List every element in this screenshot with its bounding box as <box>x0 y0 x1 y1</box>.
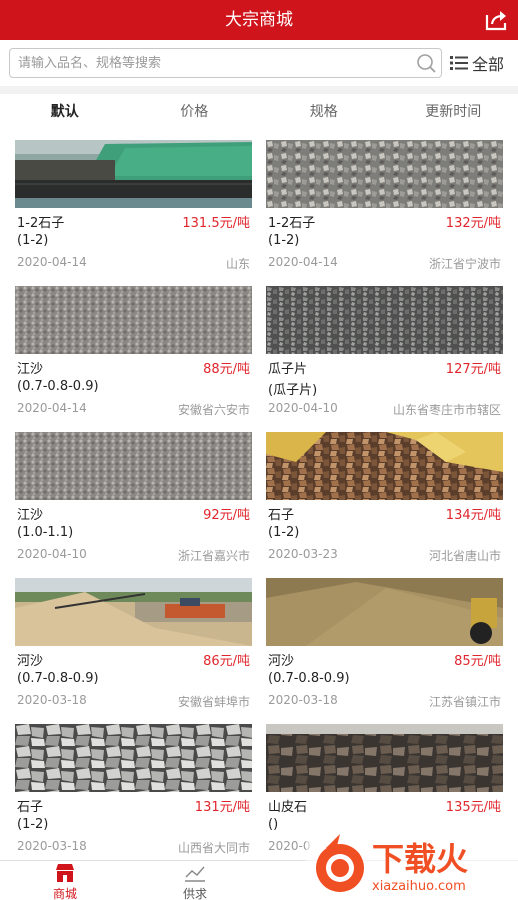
product-location: 山西省大同市 <box>177 841 250 855</box>
product-date: 2020-04-14 <box>17 255 87 269</box>
product-image <box>15 724 252 792</box>
share-icon[interactable] <box>484 8 510 32</box>
product-date: 2020-04-10 <box>17 547 87 561</box>
product-date: 2020-0 <box>268 839 311 853</box>
product-name: 江沙 <box>17 362 44 377</box>
product-location: 浙江省宁波市 <box>428 257 501 271</box>
product-price: 131.5元/吨 <box>182 216 250 231</box>
app-header: 大宗商城 <box>0 0 518 40</box>
product-card[interactable]: 河沙 86元/吨 (0.7-0.8-0.9) 2020-03-18 安徽省蚌埠市 <box>15 578 252 714</box>
product-card[interactable]: 1-2石子 131.5元/吨 (1-2) 2020-04-14 山东 <box>15 140 252 276</box>
watermark-text-en: xiazaihuo.com <box>372 879 466 894</box>
product-image <box>266 724 503 792</box>
product-card[interactable]: 江沙 92元/吨 (1.0-1.1) 2020-04-10 浙江省嘉兴市 <box>15 432 252 568</box>
search-input[interactable] <box>10 49 400 77</box>
product-spec: (0.7-0.8-0.9) <box>268 671 350 686</box>
product-name: 1-2石子 <box>268 216 316 231</box>
product-location: 安徽省六安市 <box>177 403 250 417</box>
tab-price[interactable]: 价格 <box>130 94 260 130</box>
product-name: 河沙 <box>17 654 44 669</box>
nav-supply-demand[interactable]: 供求 <box>130 861 260 900</box>
product-card[interactable]: 瓜子片 127元/吨 (瓜子片) 2020-04-10 山东省枣庄市市辖区 <box>266 286 503 422</box>
product-spec: (瓜子片) <box>268 383 318 398</box>
product-card[interactable]: 1-2石子 132元/吨 (1-2) 2020-04-14 浙江省宁波市 <box>266 140 503 276</box>
product-location: 山东省枣庄市市辖区 <box>392 403 501 417</box>
nav-shop-label: 商城 <box>52 887 77 900</box>
product-date: 2020-04-14 <box>268 255 338 269</box>
product-name: 河沙 <box>268 654 295 669</box>
product-date: 2020-03-18 <box>17 693 87 707</box>
tab-spec[interactable]: 规格 <box>259 94 389 130</box>
supply-demand-icon <box>185 866 205 882</box>
all-label: 全部 <box>472 55 505 74</box>
all-categories-button[interactable]: 全部 <box>450 50 504 76</box>
product-spec: (1-2) <box>17 233 49 248</box>
product-grid: 1-2石子 131.5元/吨 (1-2) 2020-04-14 山东 1-2石子… <box>0 130 518 860</box>
product-name: 石子 <box>268 508 295 523</box>
product-image <box>15 286 252 354</box>
product-price: 131元/吨 <box>194 800 250 815</box>
product-image <box>15 578 252 646</box>
page-title: 大宗商城 <box>225 10 293 30</box>
product-location: 山东 <box>225 257 250 271</box>
tab-update-time[interactable]: 更新时间 <box>389 94 518 130</box>
product-spec: (0.7-0.8-0.9) <box>17 671 99 686</box>
product-date: 2020-03-23 <box>268 547 338 561</box>
tab-default[interactable]: 默认 <box>0 94 130 130</box>
product-location: 江苏省镇江市 <box>428 695 501 709</box>
product-spec: (1-2) <box>268 233 300 248</box>
product-price: 92元/吨 <box>203 508 250 523</box>
product-price: 127元/吨 <box>445 362 501 377</box>
product-image <box>266 140 503 208</box>
product-price: 85元/吨 <box>454 654 501 669</box>
product-image <box>15 432 252 500</box>
product-spec: (0.7-0.8-0.9) <box>17 379 99 394</box>
product-price: 135元/吨 <box>445 800 501 815</box>
product-card[interactable]: 石子 134元/吨 (1-2) 2020-03-23 河北省唐山市 <box>266 432 503 568</box>
product-date: 2020-03-18 <box>268 693 338 707</box>
product-image <box>266 286 503 354</box>
watermark-text-cn: 下载火 <box>372 840 468 878</box>
product-spec: () <box>268 817 279 832</box>
product-price: 88元/吨 <box>203 362 250 377</box>
product-image <box>15 140 252 208</box>
list-icon <box>450 56 468 70</box>
product-location: 浙江省嘉兴市 <box>177 549 250 563</box>
nav-shop[interactable]: 商城 <box>0 861 130 900</box>
search-icon[interactable] <box>415 52 437 74</box>
product-name: 山皮石 <box>268 800 308 815</box>
product-date: 2020-04-10 <box>268 401 338 415</box>
sort-bar: 默认 价格 规格 更新时间 <box>0 94 518 130</box>
product-card[interactable]: 河沙 85元/吨 (0.7-0.8-0.9) 2020-03-18 江苏省镇江市 <box>266 578 503 714</box>
shop-icon <box>56 864 74 882</box>
product-date: 2020-04-14 <box>17 401 87 415</box>
product-card[interactable]: 石子 131元/吨 (1-2) 2020-03-18 山西省大同市 <box>15 724 252 860</box>
product-card[interactable]: 江沙 88元/吨 (0.7-0.8-0.9) 2020-04-14 安徽省六安市 <box>15 286 252 422</box>
product-image <box>266 578 503 646</box>
product-name: 瓜子片 <box>268 362 308 377</box>
product-date: 2020-03-18 <box>17 839 87 853</box>
product-price: 134元/吨 <box>445 508 501 523</box>
product-spec: (1-2) <box>17 817 49 832</box>
search-field <box>9 48 442 78</box>
product-name: 石子 <box>17 800 44 815</box>
product-spec: (1-2) <box>268 525 300 540</box>
product-location: 安徽省蚌埠市 <box>177 695 250 709</box>
product-name: 1-2石子 <box>17 216 65 231</box>
product-location: 河北省唐山市 <box>428 549 501 563</box>
product-price: 86元/吨 <box>203 654 250 669</box>
product-spec: (1.0-1.1) <box>17 525 74 540</box>
search-bar: 全部 <box>0 40 518 86</box>
product-name: 江沙 <box>17 508 44 523</box>
nav-supply-demand-label: 供求 <box>182 887 207 900</box>
product-price: 132元/吨 <box>445 216 501 231</box>
product-image <box>266 432 503 500</box>
xiazaihuo-watermark-logo: 下载火 xiazaihuo.com <box>306 830 518 900</box>
